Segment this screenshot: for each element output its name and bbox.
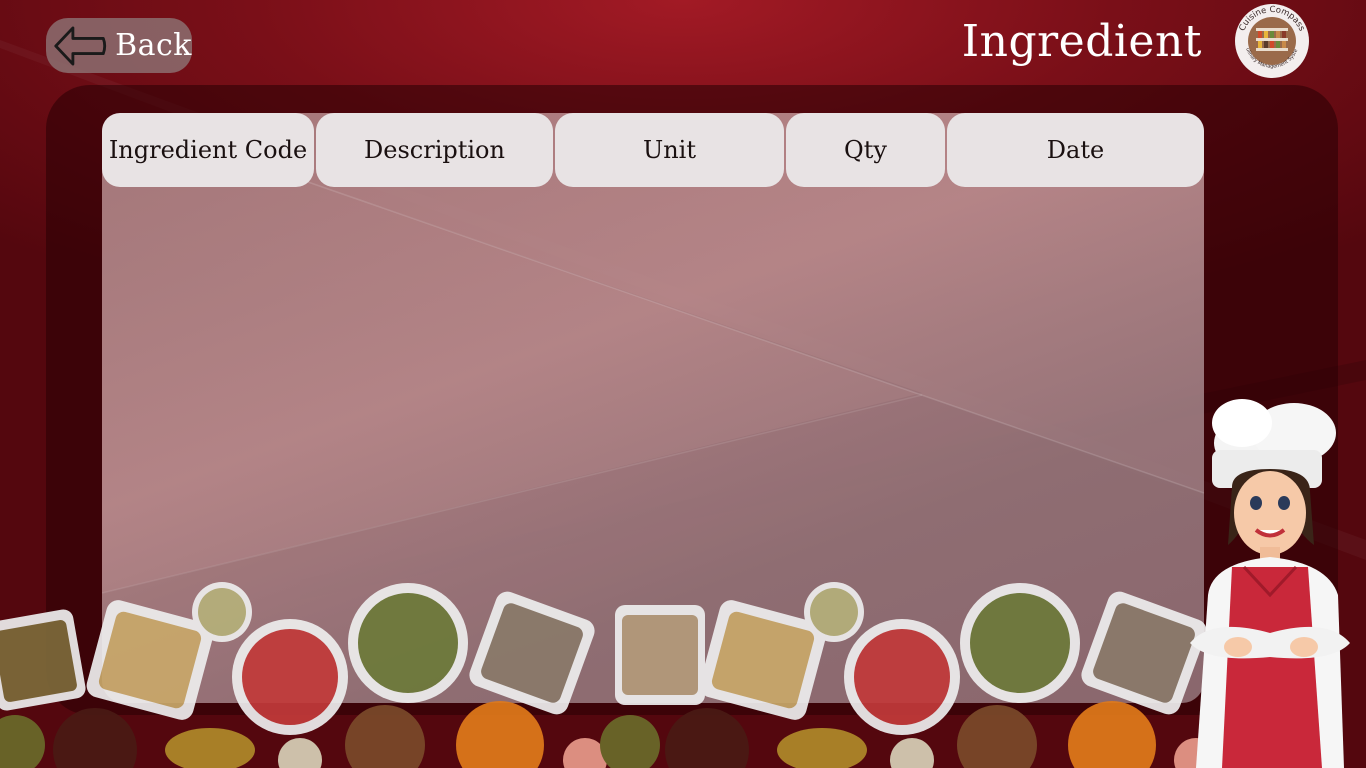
column-header-label: Description <box>364 136 505 164</box>
column-header-date[interactable]: Date <box>947 113 1204 187</box>
table-header: Ingredient Code Description Unit Qty Dat… <box>102 113 1204 187</box>
chef-illustration <box>1190 399 1350 768</box>
cuisine-compass-logo: Cuisine Compass Culinary Management Syst… <box>1230 0 1312 80</box>
column-header-label: Ingredient Code <box>108 136 308 164</box>
back-button[interactable]: Back <box>46 18 192 73</box>
arrow-left-icon <box>54 26 107 65</box>
column-header-qty[interactable]: Qty <box>786 113 945 187</box>
column-header-label: Date <box>1046 136 1105 164</box>
page-title: Ingredient <box>961 16 1202 67</box>
column-header-unit[interactable]: Unit <box>555 113 784 187</box>
column-header-description[interactable]: Description <box>316 113 553 187</box>
column-header-label: Unit <box>642 136 696 164</box>
spices-decoration <box>0 582 1218 768</box>
back-label: Back <box>115 28 192 63</box>
column-header-label: Qty <box>844 136 887 164</box>
column-header-ingredient-code[interactable]: Ingredient Code <box>102 113 314 187</box>
